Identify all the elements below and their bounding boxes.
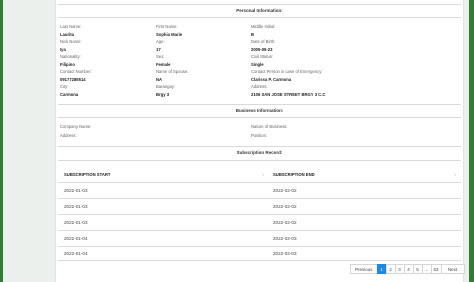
emergency-contact-label: Contact Person in case of Emergency: <box>251 69 323 74</box>
subscription-end-cell: 2022-02-02 <box>273 188 297 193</box>
city-label: City: <box>60 84 69 89</box>
sort-icon[interactable]: ↕ <box>454 172 456 177</box>
contact-number-value: 09177285514 <box>60 77 86 82</box>
barangay-label: Barangay: <box>156 84 176 89</box>
subscription-start-cell: 2022-01-03 <box>64 220 88 225</box>
row-divider <box>58 198 461 199</box>
subscription-start-cell: 2022-01-04 <box>64 251 88 256</box>
company-name-label: Company Name: <box>60 124 92 129</box>
civil-status-value: Single <box>251 62 264 67</box>
city-value: Carmona <box>60 92 79 97</box>
last-name-value: Laurita <box>60 32 74 37</box>
middle-initial-value: B <box>251 32 255 37</box>
address-value: 2106 SAN JOSE STREET BRGY 3 C.C <box>251 92 326 97</box>
subscription-start-header[interactable]: SUBSCRIPTION START <box>64 172 110 177</box>
subscription-end-cell: 2022-02-03 <box>273 251 297 256</box>
subscription-end-header[interactable]: SUBSCRIPTION END <box>273 172 315 177</box>
subscription-start-cell: 2022-01-03 <box>64 204 88 209</box>
sex-value: Female <box>156 62 171 67</box>
nationality-value: Filipino <box>60 62 75 67</box>
subscription-end-cell: 2022-02-02 <box>273 220 297 225</box>
pagination-next-button[interactable]: Next <box>440 264 465 274</box>
middle-initial-label: Middle Initial: <box>251 24 276 29</box>
age-value: 17 <box>156 47 161 52</box>
age-label: Age: <box>156 39 165 44</box>
nature-of-business-label: Nature of Business: <box>251 124 288 129</box>
nationality-label: Nationality: <box>60 54 81 59</box>
sort-icon[interactable]: ↕ <box>262 172 264 177</box>
row-divider <box>58 230 461 231</box>
table-header-divider <box>58 182 461 183</box>
subscription-start-cell: 2022-01-04 <box>64 236 88 241</box>
spouse-name-value: NA <box>156 77 163 82</box>
subscription-end-cell: 2022-02-03 <box>273 236 297 241</box>
date-of-birth-label: Date of Birth: <box>251 39 276 44</box>
pagination-previous-button[interactable]: Previous <box>350 264 378 274</box>
subscription-record-title: Subscription Record: <box>236 150 283 155</box>
address-label: Address: <box>251 84 268 89</box>
personal-info-title: Personal Information: <box>236 8 283 13</box>
business-address-label: Address: <box>60 133 77 138</box>
nick-name-value: Iya <box>60 47 66 52</box>
sex-label: Sex: <box>156 54 165 59</box>
civil-status-label: Civil Status: <box>251 54 274 59</box>
subscription-end-cell: 2022-02-02 <box>273 204 297 209</box>
barangay-value: Brgy 3 <box>156 92 170 97</box>
divider <box>58 4 461 5</box>
member-detail-card: Personal Information: Last Name: First N… <box>55 0 465 282</box>
right-sidebar-edge <box>469 0 474 282</box>
first-name-label: First Name: <box>156 24 178 29</box>
date-of-birth-value: 2005-05-23 <box>251 47 273 52</box>
row-divider <box>58 246 461 247</box>
emergency-contact-value: Clarissa P. Carmona <box>251 77 292 82</box>
left-sidebar-edge <box>0 0 3 282</box>
divider <box>58 146 461 147</box>
row-divider <box>58 214 461 215</box>
divider <box>58 104 461 105</box>
contact-number-label: Contact Number: <box>60 69 92 74</box>
divider <box>58 17 461 18</box>
divider <box>58 117 461 118</box>
row-divider <box>58 260 461 261</box>
divider <box>58 160 461 161</box>
last-name-label: Last Name: <box>60 24 82 29</box>
subscription-start-cell: 2022-01-03 <box>64 188 88 193</box>
nick-name-label: Nick Name: <box>60 39 82 44</box>
spouse-name-label: Name of Spouse: <box>156 69 189 74</box>
business-info-title: Business Information: <box>235 108 284 113</box>
first-name-value: Sophia Marie <box>156 32 183 37</box>
pagination: Previous 1 2 3 4 5 ... 63 Next <box>350 264 465 274</box>
position-label: Position: <box>251 133 268 138</box>
